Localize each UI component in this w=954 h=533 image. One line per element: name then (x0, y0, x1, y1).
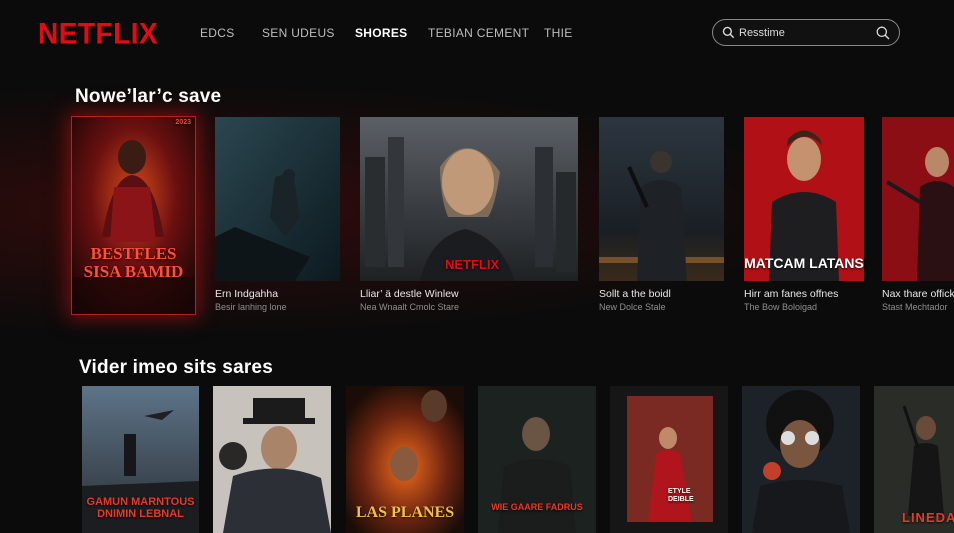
search-icon (722, 26, 735, 39)
title-card[interactable]: GAMUN MARNTOUS DNIMIN LEBNAL (82, 386, 199, 533)
title-card[interactable]: LAS PLANES (346, 386, 464, 533)
card-title: Ern Indgahha (215, 288, 279, 300)
poster-title-text: LAS PLANES (355, 504, 455, 521)
poster-art (213, 386, 331, 533)
card-title: Hirr am fanes offnes (744, 288, 839, 300)
nav-item-4[interactable]: TEBIAN CEMENT (428, 26, 529, 40)
title-card[interactable]: WIE GAARE FADRUS (478, 386, 596, 533)
poster-art (72, 117, 195, 314)
poster-title-text: ETYLE DEIBLE (668, 488, 694, 503)
card-subtitle: Stast Mechtador (882, 302, 948, 312)
title-card[interactable]: NETFLIX (360, 117, 578, 281)
search-submit-icon[interactable] (876, 26, 890, 40)
netflix-logo[interactable]: NETFLIX (38, 17, 158, 51)
nav-item-3[interactable]: SHORES (355, 26, 407, 40)
card-subtitle: Besir lanhing lone (215, 302, 287, 312)
poster-title-text: WIE GAARE FADRUS (491, 502, 583, 512)
title-card[interactable] (742, 386, 860, 533)
row-title-1: Nowe’lar’c save (75, 86, 222, 107)
title-card[interactable] (599, 117, 724, 281)
poster-title-text: BESTFLES SISA BAMID (83, 244, 184, 281)
poster-logo-text: NETFLIX (445, 257, 500, 272)
title-card[interactable]: LINEDA (874, 386, 954, 533)
nav-item-2[interactable]: SEN UDEUS (262, 26, 335, 40)
nav-item-1[interactable]: EDCS (200, 26, 235, 40)
poster-title-text: MATCAM LATANS (744, 255, 864, 271)
title-card[interactable] (215, 117, 340, 281)
poster-badge: 2023 (175, 119, 191, 126)
card-subtitle: The Bow Boloigad (744, 302, 818, 312)
title-card[interactable]: MATCAM LATANS (744, 117, 864, 281)
card-title: Lliar’ ä destle Winlew (360, 288, 459, 300)
card-subtitle: Nea Wnaalt Cmolc Stare (360, 302, 460, 312)
search-box[interactable] (712, 19, 900, 46)
card-title: Nax thare offickl (882, 288, 954, 300)
poster-art (742, 386, 860, 533)
card-title: Sollt a the boidl (599, 288, 671, 300)
poster-art (882, 117, 954, 281)
title-card[interactable] (213, 386, 331, 533)
poster-art (599, 117, 724, 281)
featured-title-card[interactable]: 2023 BESTFLES SISA BAMID (71, 116, 196, 315)
poster-title-text: GAMUN MARNTOUS DNIMIN LEBNAL (86, 496, 195, 520)
row-title-2: Vider imeo sits sares (79, 357, 273, 378)
top-nav-bar: NETFLIX EDCS SEN UDEUS SHORES TEBIAN CEM… (0, 0, 954, 70)
poster-title-text: LINEDA (902, 510, 954, 525)
poster-art (215, 117, 340, 281)
card-subtitle: New Dolce Stale (599, 302, 666, 312)
title-card[interactable]: ETYLE DEIBLE (610, 386, 728, 533)
poster-art (610, 386, 728, 533)
search-input[interactable] (739, 24, 859, 41)
nav-item-5[interactable]: THIE (544, 26, 573, 40)
title-card[interactable] (882, 117, 954, 281)
